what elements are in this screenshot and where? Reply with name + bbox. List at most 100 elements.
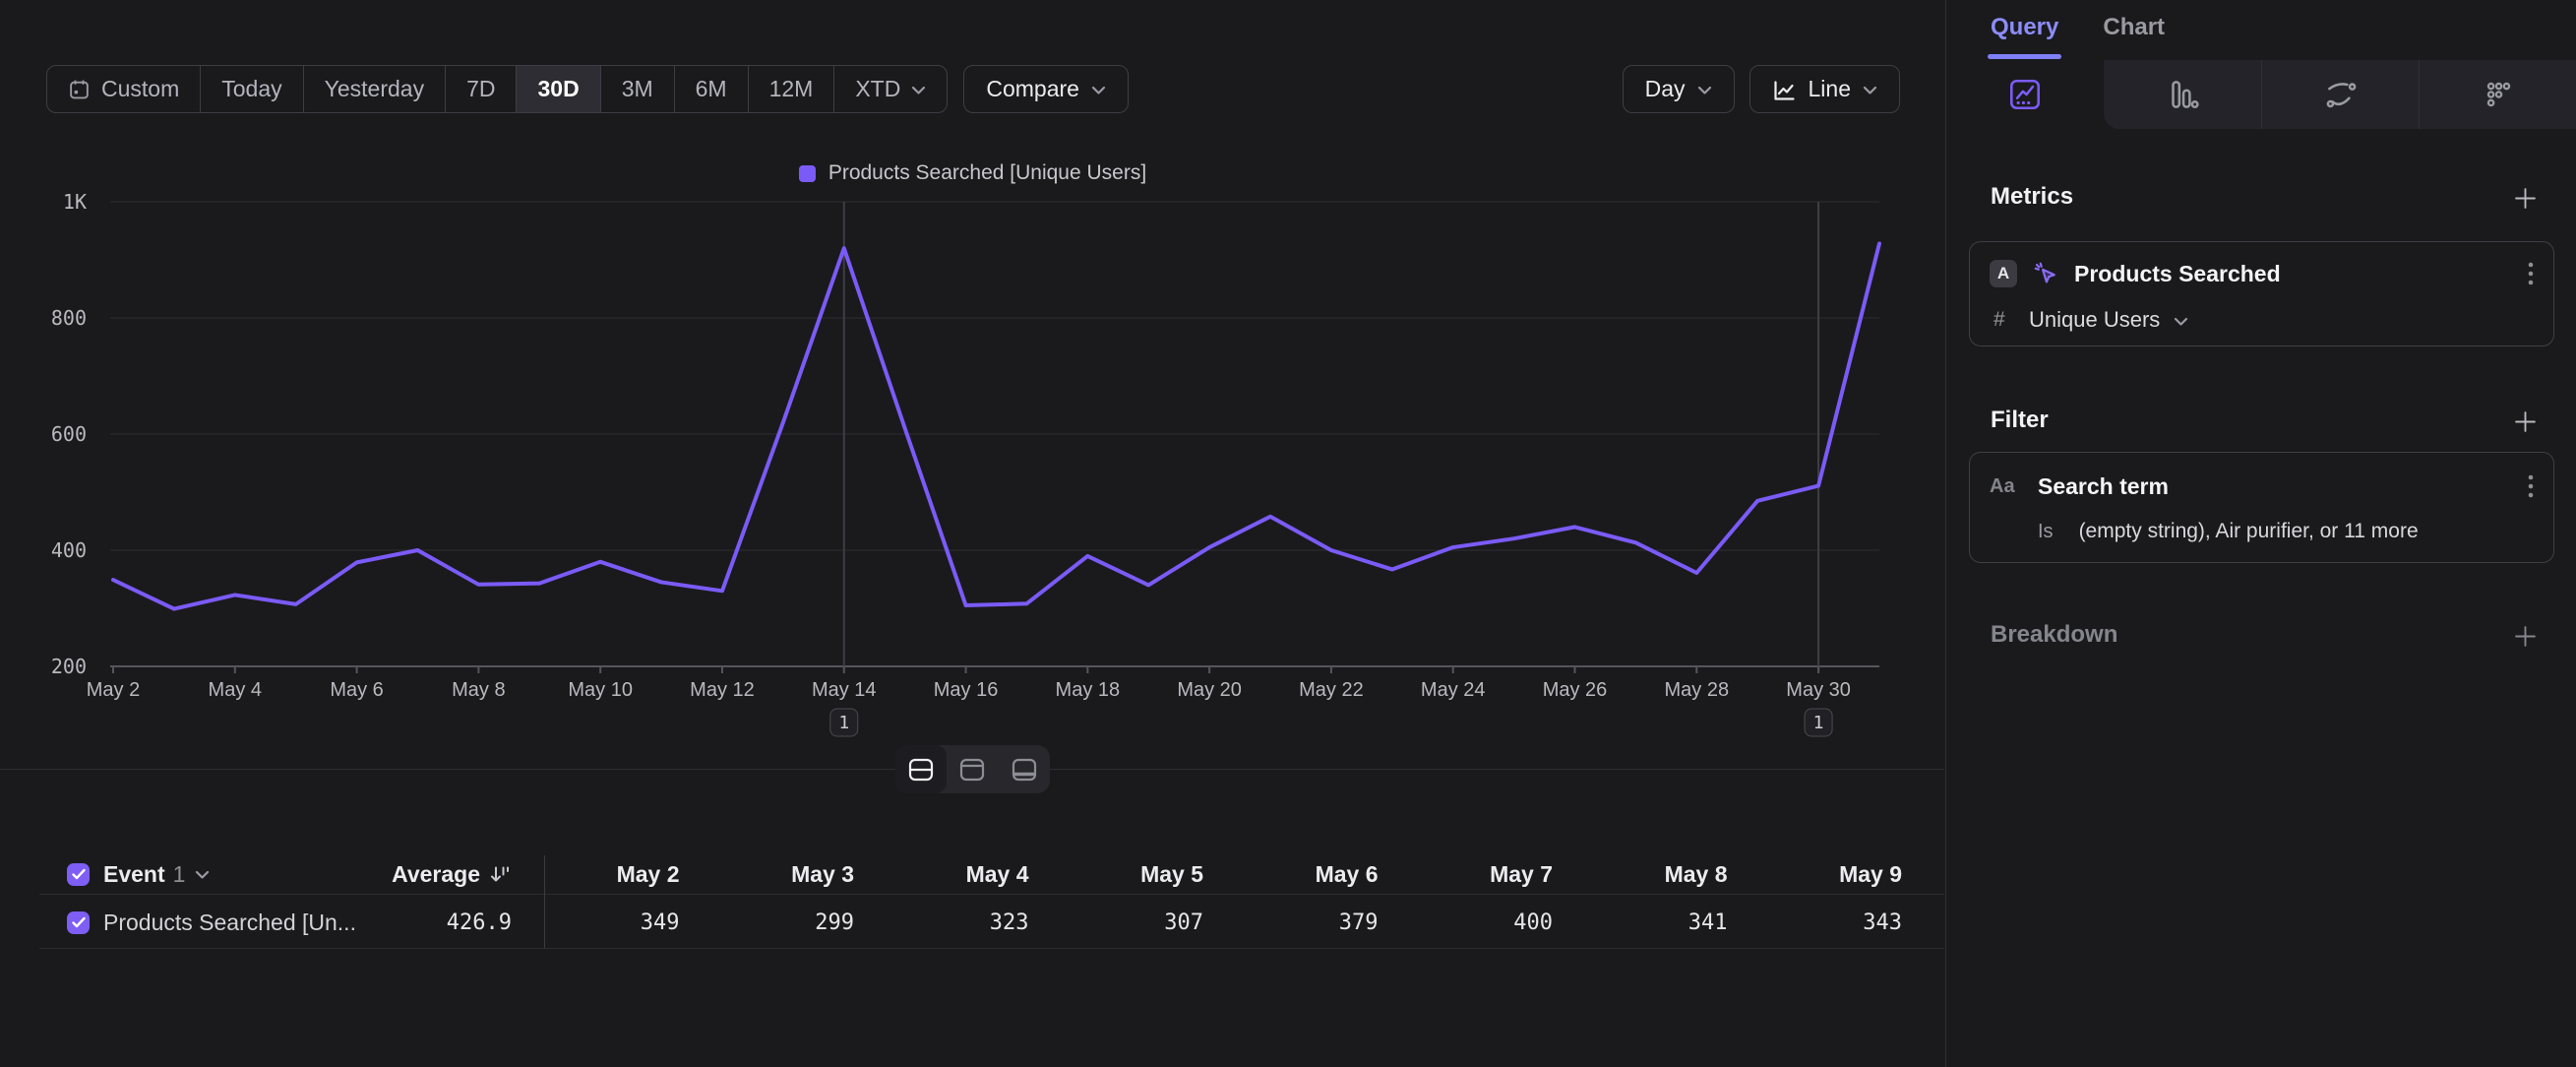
layout-split-view-button[interactable] xyxy=(895,745,947,793)
chart-legend: Products Searched [Unique Users] xyxy=(0,161,1945,185)
svg-text:May 28: May 28 xyxy=(1665,679,1730,701)
toolbar-date-controls: CustomTodayYesterday7D30D3M6M12MXTD Comp… xyxy=(46,65,1129,113)
filter-card[interactable]: Aa Search term Is (empty string), Air pu… xyxy=(1969,452,2554,563)
event-column-label[interactable]: Event xyxy=(103,861,165,888)
average-column-header[interactable]: Average xyxy=(276,860,512,888)
svg-text:May 6: May 6 xyxy=(330,679,383,701)
toolbar-chart-controls: Day Line xyxy=(1623,65,1900,113)
date-column-header[interactable]: May 4 xyxy=(893,860,1069,888)
filter-heading: Filter xyxy=(1991,407,2049,434)
compare-label: Compare xyxy=(986,76,1079,102)
chevron-down-icon[interactable] xyxy=(195,870,210,880)
svg-text:May 26: May 26 xyxy=(1543,679,1608,701)
row-average-value: 426.9 xyxy=(276,909,512,936)
range-6m[interactable]: 6M xyxy=(674,66,748,112)
filter-property-name[interactable]: Search term xyxy=(2038,473,2513,500)
range-xtd[interactable]: XTD xyxy=(833,66,947,112)
metric-event-name[interactable]: Products Searched xyxy=(2074,261,2513,287)
chart-series-line xyxy=(113,243,1879,608)
date-column-header[interactable]: May 2 xyxy=(544,860,719,888)
event-count: 1 xyxy=(173,861,186,888)
table-cell-value: 343 xyxy=(1767,909,1942,936)
layout-chart-view-button[interactable] xyxy=(947,745,998,793)
svg-text:May 4: May 4 xyxy=(209,679,262,701)
compare-button[interactable]: Compare xyxy=(963,65,1129,113)
legend-label: Products Searched [Unique Users] xyxy=(828,161,1146,185)
date-column-header[interactable]: May 7 xyxy=(1418,860,1593,888)
filter-card-header: Aa Search term xyxy=(1970,471,2553,502)
table-cell-value: 379 xyxy=(1243,909,1418,936)
tab-flows[interactable] xyxy=(2261,60,2420,129)
chevron-down-icon xyxy=(1697,86,1712,95)
add-metric-button[interactable] xyxy=(2514,187,2537,210)
tab-retention[interactable] xyxy=(2419,60,2576,129)
query-sidebar: Query Chart xyxy=(1945,0,2576,1067)
add-filter-button[interactable] xyxy=(2514,410,2537,433)
metric-measure-row: # Unique Users xyxy=(1970,305,2553,335)
tab-chart[interactable]: Chart xyxy=(2103,14,2165,59)
metric-letter-badge: A xyxy=(1990,260,2017,287)
legend-swatch xyxy=(799,165,816,182)
tab-insights[interactable] xyxy=(1946,60,2104,129)
date-column-header[interactable]: May 3 xyxy=(719,860,894,888)
filter-value[interactable]: (empty string), Air purifier, or 11 more xyxy=(2079,520,2419,543)
table-date-values: 349299323307379400341343 xyxy=(544,909,1941,936)
sort-descending-icon xyxy=(489,864,512,885)
svg-text:May 12: May 12 xyxy=(690,679,755,701)
date-column-header[interactable]: May 9 xyxy=(1767,860,1942,888)
chart-type-button[interactable]: Line xyxy=(1749,65,1900,113)
metric-card-header: A Products Searched xyxy=(1970,258,2553,289)
range-yesterday[interactable]: Yesterday xyxy=(303,66,445,112)
svg-text:May 16: May 16 xyxy=(934,679,999,701)
tab-funnels[interactable] xyxy=(2104,60,2261,129)
select-all-checkbox[interactable] xyxy=(67,863,90,886)
svg-text:1: 1 xyxy=(838,713,849,733)
sidebar-tabs: Query Chart xyxy=(1991,14,2165,59)
date-column-header[interactable]: May 8 xyxy=(1592,860,1767,888)
tab-query[interactable]: Query xyxy=(1991,14,2058,59)
add-breakdown-button[interactable] xyxy=(2514,625,2537,648)
line-chart: 2004006008001KMay 2May 4May 6May 8May 10… xyxy=(0,192,1945,749)
granularity-button[interactable]: Day xyxy=(1623,65,1735,113)
click-event-icon xyxy=(2032,260,2059,287)
date-column-header[interactable]: May 6 xyxy=(1243,860,1418,888)
metric-card[interactable]: A Products Searched # Unique Users xyxy=(1969,241,2554,346)
kebab-menu-icon[interactable] xyxy=(2528,260,2534,287)
svg-text:May 14: May 14 xyxy=(812,679,877,701)
breakdown-heading: Breakdown xyxy=(1991,621,2117,649)
filter-condition-row: Is (empty string), Air purifier, or 11 m… xyxy=(1970,518,2553,545)
chevron-down-icon[interactable] xyxy=(2174,317,2188,327)
report-type-tab-group xyxy=(2104,60,2576,129)
date-column-header[interactable]: May 5 xyxy=(1069,860,1244,888)
range-7d[interactable]: 7D xyxy=(445,66,516,112)
kebab-menu-icon[interactable] xyxy=(2528,472,2534,500)
range-30d[interactable]: 30D xyxy=(516,66,599,112)
range-today[interactable]: Today xyxy=(200,66,302,112)
filter-operator[interactable]: Is xyxy=(2038,521,2054,543)
svg-text:May 18: May 18 xyxy=(1056,679,1121,701)
svg-text:800: 800 xyxy=(51,306,87,330)
measure-type-icon: # xyxy=(1993,308,2015,332)
svg-text:May 2: May 2 xyxy=(87,679,140,701)
svg-text:200: 200 xyxy=(51,655,87,678)
measure-selector[interactable]: Unique Users xyxy=(2029,307,2160,333)
chevron-down-icon xyxy=(1863,86,1877,95)
chart-type-label: Line xyxy=(1809,76,1851,102)
svg-text:May 24: May 24 xyxy=(1421,679,1486,701)
granularity-label: Day xyxy=(1645,76,1686,102)
date-range-segmented-control: CustomTodayYesterday7D30D3M6M12MXTD xyxy=(46,65,948,113)
table-cell-value: 323 xyxy=(893,909,1069,936)
main-panel: CustomTodayYesterday7D30D3M6M12MXTD Comp… xyxy=(0,0,1945,1067)
line-chart-icon xyxy=(1772,80,1797,102)
legend-item[interactable]: Products Searched [Unique Users] xyxy=(799,161,1146,185)
svg-text:May 8: May 8 xyxy=(452,679,505,701)
layout-table-view-button[interactable] xyxy=(999,745,1050,793)
range-3m[interactable]: 3M xyxy=(600,66,674,112)
row-checkbox[interactable] xyxy=(67,911,90,934)
range-12m[interactable]: 12M xyxy=(748,66,834,112)
svg-text:400: 400 xyxy=(51,538,87,562)
svg-text:600: 600 xyxy=(51,422,87,446)
range-custom[interactable]: Custom xyxy=(47,66,200,112)
svg-text:1K: 1K xyxy=(63,192,87,214)
table-header-divider xyxy=(39,894,1944,895)
